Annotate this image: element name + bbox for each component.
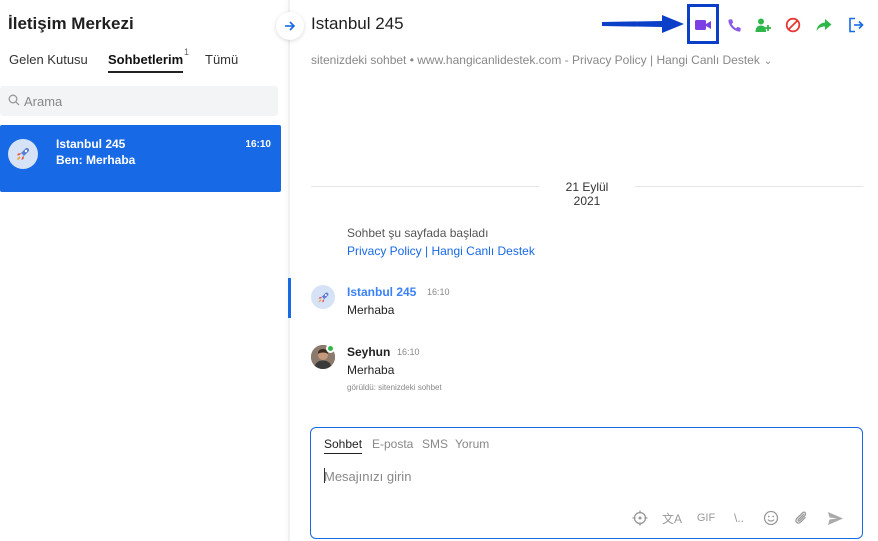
chat-title: Istanbul 245 — [311, 14, 404, 33]
date-separator: 21 Eylül 2021 — [311, 180, 863, 208]
add-user-icon — [755, 18, 771, 32]
exit-chat-button[interactable] — [843, 12, 869, 38]
conversation-avatar — [8, 139, 38, 169]
tab-inbox[interactable]: Gelen Kutusu — [9, 52, 88, 67]
collapse-sidebar-button[interactable] — [276, 12, 304, 40]
message-input[interactable] — [324, 466, 844, 486]
chevron-down-icon: ⌄ — [763, 56, 773, 67]
composer-tab-chat-label: Sohbet — [324, 437, 363, 451]
add-user-button[interactable] — [750, 12, 776, 38]
online-status-dot — [326, 344, 335, 353]
conversation-last-message: Ben: Merhaba — [56, 153, 136, 167]
app: İletişim Merkezi Gelen Kutusu Sohbetleri… — [0, 0, 878, 541]
search-input[interactable] — [24, 91, 264, 111]
rocket-icon — [16, 148, 29, 161]
search-box — [0, 86, 278, 116]
active-tab-underline — [324, 453, 363, 454]
conversation-item[interactable]: Istanbul 245 Ben: Merhaba 16:10 — [0, 125, 281, 192]
panel-divider — [288, 0, 290, 541]
video-call-icon — [695, 20, 711, 30]
target-button[interactable] — [631, 509, 649, 527]
shortcut-button[interactable]: \.. — [727, 509, 751, 527]
composer-tab-comment[interactable]: Yorum — [455, 437, 489, 451]
text-caret — [324, 468, 325, 483]
message-seen-status: görüldü: sitenizdeki sohbet — [347, 383, 442, 392]
translate-button[interactable]: 文A — [661, 509, 683, 527]
rocket-icon — [318, 292, 328, 302]
search-icon — [8, 94, 20, 106]
message-text: Merhaba — [347, 363, 395, 377]
emoji-icon — [763, 510, 779, 526]
send-button[interactable] — [825, 509, 845, 527]
attach-button[interactable] — [792, 509, 810, 527]
chat-subtitle-text: sitenizdeki sohbet • www.hangicanlideste… — [311, 53, 760, 67]
message-time: 16:10 — [427, 287, 450, 297]
my-chats-count-badge: 1 — [184, 47, 190, 57]
composer-tab-email[interactable]: E-posta — [372, 437, 413, 451]
date-label: 21 Eylül 2021 — [565, 180, 609, 208]
exit-icon — [849, 17, 864, 33]
message-author[interactable]: Seyhun — [347, 345, 390, 359]
attach-icon — [795, 511, 807, 524]
tab-my-chats-label: Sohbetlerim — [108, 52, 184, 67]
block-icon — [785, 17, 801, 33]
phone-icon — [727, 18, 741, 32]
phone-call-button[interactable] — [721, 12, 747, 38]
gif-button[interactable]: GIF — [695, 509, 717, 527]
tab-my-chats[interactable]: Sohbetlerim — [108, 52, 184, 73]
conversation-time: 16:10 — [245, 139, 271, 150]
message-text: Merhaba — [347, 303, 395, 317]
system-message: Sohbet şu sayfada başladı — [347, 226, 489, 240]
sidebar-title: İletişim Merkezi — [8, 14, 134, 33]
active-message-indicator — [288, 278, 291, 318]
annotation-arrow — [602, 15, 684, 33]
active-tab-underline — [108, 71, 184, 73]
target-icon — [632, 510, 648, 526]
date-line-left — [311, 186, 539, 187]
arrow-right-icon — [285, 21, 296, 31]
composer-tab-chat[interactable]: Sohbet — [324, 437, 363, 454]
composer-tab-sms[interactable]: SMS — [422, 437, 448, 451]
chat-subtitle[interactable]: sitenizdeki sohbet • www.hangicanlideste… — [311, 53, 772, 67]
tab-all[interactable]: Tümü — [205, 52, 238, 67]
system-message-link[interactable]: Privacy Policy | Hangi Canlı Destek — [347, 244, 535, 258]
forward-icon — [816, 19, 832, 31]
video-call-button[interactable] — [690, 12, 716, 38]
emoji-button[interactable] — [762, 509, 780, 527]
send-icon — [827, 511, 843, 525]
message-author[interactable]: Istanbul 245 — [347, 285, 416, 299]
date-line-right — [635, 186, 863, 187]
block-button[interactable] — [780, 12, 806, 38]
sidebar: İletişim Merkezi Gelen Kutusu Sohbetleri… — [0, 0, 288, 541]
conversation-name: Istanbul 245 — [56, 137, 126, 151]
visitor-avatar — [311, 285, 335, 309]
message-time: 16:10 — [397, 347, 420, 357]
forward-button[interactable] — [811, 12, 837, 38]
message-composer: Sohbet E-posta SMS Yorum 文A GIF \.. — [310, 427, 863, 539]
